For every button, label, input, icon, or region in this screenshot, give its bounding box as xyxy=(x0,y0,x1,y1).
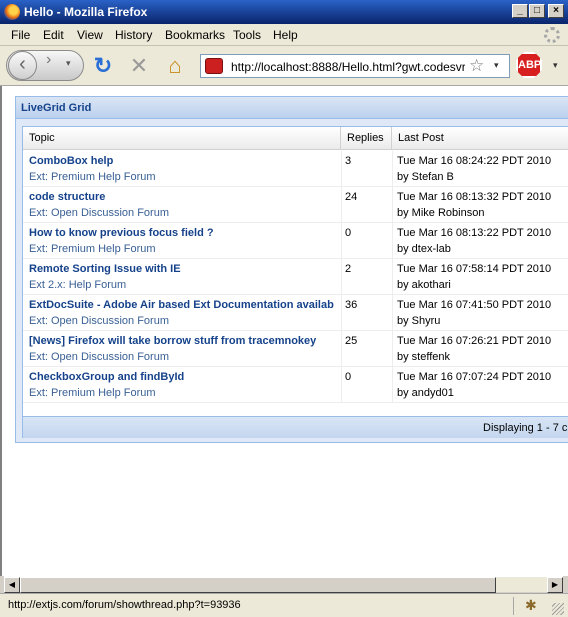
last-post-author: by akothari xyxy=(397,279,451,291)
back-button[interactable]: ‹ xyxy=(8,51,37,80)
last-post-author: by Shyru xyxy=(397,315,441,327)
horizontal-scrollbar[interactable]: ◀ ▶ xyxy=(4,576,563,593)
forum-link[interactable]: Ext: Premium Help Forum xyxy=(29,387,341,399)
column-header-last-post[interactable]: Last Post xyxy=(392,127,568,150)
site-favicon-icon xyxy=(205,58,223,74)
replies-count: 24 xyxy=(345,191,358,203)
topic-title-link[interactable]: How to know previous focus field ? xyxy=(29,227,341,239)
menu-edit[interactable]: Edit xyxy=(43,28,64,42)
last-post-date: Tue Mar 16 08:13:32 PDT 2010 xyxy=(397,191,552,203)
scroll-right-button[interactable]: ▶ xyxy=(547,577,563,593)
firefox-logo-icon xyxy=(4,4,20,20)
adblock-dropdown-icon[interactable]: ▾ xyxy=(553,60,558,71)
resize-grip-icon[interactable] xyxy=(552,603,564,615)
url-dropdown-icon[interactable]: ▾ xyxy=(494,60,499,71)
last-post-author: by Stefan B xyxy=(397,171,454,183)
menu-history[interactable]: History xyxy=(115,28,152,42)
url-input[interactable]: http://localhost:8888/Hello.html?gwt.cod… xyxy=(231,60,465,74)
topic-title-link[interactable]: Remote Sorting Issue with IE xyxy=(29,263,341,275)
status-text: http://extjs.com/forum/showthread.php?t=… xyxy=(8,599,241,611)
firebug-icon[interactable]: ✱ xyxy=(525,597,537,614)
last-post-date: Tue Mar 16 08:24:22 PDT 2010 xyxy=(397,155,552,167)
last-post-author: by Mike Robinson xyxy=(397,207,485,219)
livegrid-panel: LiveGrid Grid Topic Replies Last Post Co… xyxy=(15,96,568,443)
forum-link[interactable]: Ext: Open Discussion Forum xyxy=(29,351,341,363)
last-post-date: Tue Mar 16 07:26:21 PDT 2010 xyxy=(397,335,552,347)
topic-grid: Topic Replies Last Post ComboBox help Ex… xyxy=(22,126,568,438)
window-titlebar[interactable]: Hello - Mozilla Firefox _ □ × xyxy=(0,0,568,24)
scroll-thumb[interactable] xyxy=(20,577,496,593)
grid-paging-toolbar: Displaying 1 - 7 c xyxy=(23,416,568,438)
status-bar: http://extjs.com/forum/showthread.php?t=… xyxy=(0,593,568,617)
panel-title: LiveGrid Grid xyxy=(21,102,92,114)
topic-title-link[interactable]: code structure xyxy=(29,191,341,203)
bookmark-star-icon[interactable]: ☆ xyxy=(469,56,484,76)
panel-header: LiveGrid Grid xyxy=(16,97,568,119)
home-button[interactable]: ⌂ xyxy=(164,55,186,77)
maximize-button[interactable]: □ xyxy=(529,4,545,18)
status-divider xyxy=(513,597,514,615)
table-row[interactable]: [News] Firefox will take borrow stuff fr… xyxy=(23,331,568,367)
topic-title-link[interactable]: ExtDocSuite - Adobe Air based Ext Docume… xyxy=(29,299,341,311)
page-content: LiveGrid Grid Topic Replies Last Post Co… xyxy=(0,86,568,576)
last-post-date: Tue Mar 16 07:58:14 PDT 2010 xyxy=(397,263,552,275)
forum-link[interactable]: Ext: Premium Help Forum xyxy=(29,243,341,255)
last-post-date: Tue Mar 16 07:41:50 PDT 2010 xyxy=(397,299,552,311)
replies-count: 0 xyxy=(345,371,352,383)
forward-button[interactable]: › xyxy=(46,52,60,68)
grid-header: Topic Replies Last Post xyxy=(23,127,568,150)
menu-view[interactable]: View xyxy=(77,28,103,42)
last-post-date: Tue Mar 16 08:13:22 PDT 2010 xyxy=(397,227,552,239)
table-row[interactable]: Remote Sorting Issue with IE Ext 2.x: He… xyxy=(23,259,568,295)
last-post-date: Tue Mar 16 07:07:24 PDT 2010 xyxy=(397,371,552,383)
throbber-icon xyxy=(544,27,560,43)
replies-count: 0 xyxy=(345,227,352,239)
adblock-plus-button[interactable]: ABP xyxy=(516,52,542,78)
close-button[interactable]: × xyxy=(548,4,564,18)
table-row[interactable]: ExtDocSuite - Adobe Air based Ext Docume… xyxy=(23,295,568,331)
menu-tools[interactable]: Tools xyxy=(233,28,261,42)
replies-count: 3 xyxy=(345,155,352,167)
reload-button[interactable]: ↻ xyxy=(92,55,114,77)
replies-count: 25 xyxy=(345,335,358,347)
forum-link[interactable]: Ext: Premium Help Forum xyxy=(29,171,341,183)
address-bar[interactable]: http://localhost:8888/Hello.html?gwt.cod… xyxy=(200,54,510,78)
topic-title-link[interactable]: ComboBox help xyxy=(29,155,341,167)
table-row[interactable]: CheckboxGroup and findById Ext: Premium … xyxy=(23,367,568,403)
forum-link[interactable]: Ext 2.x: Help Forum xyxy=(29,279,341,291)
menu-help[interactable]: Help xyxy=(273,28,298,42)
menu-bookmarks[interactable]: Bookmarks xyxy=(165,28,225,42)
window-title: Hello - Mozilla Firefox xyxy=(24,5,148,19)
last-post-author: by dtex-lab xyxy=(397,243,451,255)
minimize-button[interactable]: _ xyxy=(512,4,528,18)
menu-file[interactable]: File xyxy=(11,28,30,42)
forum-link[interactable]: Ext: Open Discussion Forum xyxy=(29,207,341,219)
forum-link[interactable]: Ext: Open Discussion Forum xyxy=(29,315,341,327)
topic-title-link[interactable]: [News] Firefox will take borrow stuff fr… xyxy=(29,335,341,347)
menu-bar: File Edit View History Bookmarks Tools H… xyxy=(0,24,568,46)
table-row[interactable]: ComboBox help Ext: Premium Help Forum 3 … xyxy=(23,151,568,187)
history-dropdown-icon[interactable]: ▾ xyxy=(66,58,74,68)
stop-button[interactable]: ✕ xyxy=(128,55,150,77)
replies-count: 2 xyxy=(345,263,352,275)
last-post-author: by steffenk xyxy=(397,351,450,363)
replies-count: 36 xyxy=(345,299,358,311)
topic-title-link[interactable]: CheckboxGroup and findById xyxy=(29,371,341,383)
column-header-replies[interactable]: Replies xyxy=(341,127,392,150)
navigation-toolbar: ‹ › ▾ ↻ ✕ ⌂ http://localhost:8888/Hello.… xyxy=(0,46,568,86)
last-post-author: by andyd01 xyxy=(397,387,454,399)
paging-status-text: Displaying 1 - 7 c xyxy=(483,422,568,434)
column-header-topic[interactable]: Topic xyxy=(23,127,341,150)
scroll-left-button[interactable]: ◀ xyxy=(4,577,20,593)
table-row[interactable]: code structure Ext: Open Discussion Foru… xyxy=(23,187,568,223)
table-row[interactable]: How to know previous focus field ? Ext: … xyxy=(23,223,568,259)
